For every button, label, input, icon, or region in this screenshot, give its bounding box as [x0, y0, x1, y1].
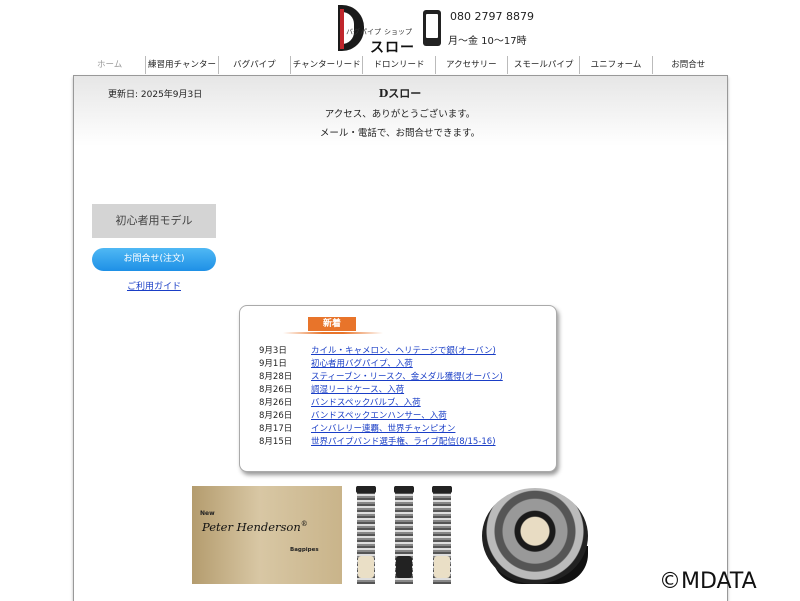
drone-cap [356, 486, 376, 493]
engraved-ferrule-image [482, 488, 588, 584]
page-title: Dスロー [378, 87, 422, 100]
news-item: 8月28日 スティーブン・リースク、金メダル獲得(オーバン) [259, 371, 503, 384]
nav-practice-chanter[interactable]: 練習用チャンター [145, 56, 217, 74]
news-date: 8月28日 [259, 372, 293, 382]
usage-guide-link[interactable]: ご利用ガイド [92, 279, 216, 292]
news-link[interactable]: インバレリー連覇、世界チャンピオン [311, 424, 455, 434]
news-tag-underline [283, 332, 383, 334]
nav-drone-reeds[interactable]: ドロンリード [362, 56, 434, 74]
news-date: 9月1日 [259, 359, 287, 369]
business-hours: 月～金 10～17時 [448, 36, 527, 47]
banner-sub-label: Bagpipes [290, 547, 319, 553]
news-link[interactable]: スティーブン・リースク、金メダル獲得(オーバン) [311, 372, 503, 382]
news-link[interactable]: 世界パイプバンド選手権、ライブ配信(8/15-16) [311, 437, 496, 447]
drone-cap [432, 486, 452, 493]
banner-new-label: New [200, 510, 215, 517]
news-link[interactable]: カイル・キャメロン、ヘリテージで銀(オーバン) [311, 346, 496, 356]
news-date: 8月26日 [259, 398, 293, 408]
news-link[interactable]: 調湿リードケース、入荷 [311, 385, 404, 395]
nav-accessories[interactable]: アクセサリー [434, 56, 507, 74]
drone-cap [394, 486, 414, 493]
logo-main-text: スロー [370, 40, 415, 56]
news-link[interactable]: 初心者用バグパイプ、入荷 [311, 359, 413, 369]
news-tag: 新着 [308, 317, 356, 331]
news-item: 8月26日 バンドスペックバルブ、入荷 [259, 397, 503, 410]
news-item: 8月26日 調湿リードケース、入荷 [259, 384, 503, 397]
welcome-text-2: メール・電話で、お問合せできます。 [319, 128, 481, 139]
order-contact-button[interactable]: お問合せ(注文) [92, 248, 216, 271]
banner-brand-panel: New Peter Henderson® Bagpipes [192, 486, 342, 584]
news-item: 8月17日 インバレリー連覇、世界チャンピオン [259, 423, 503, 436]
site-logo[interactable]: バグパイプ ショップ スロー [338, 5, 420, 56]
welcome-text-1: アクセス、ありがとうございます。 [324, 109, 476, 120]
nav-home[interactable]: ホーム [74, 56, 145, 74]
news-date: 8月26日 [259, 411, 293, 421]
logo-small-right-text: ショップ [384, 28, 412, 36]
news-list: 9月3日 カイル・キャメロン、ヘリテージで銀(オーバン) 9月1日 初心者用バグパイ… [259, 345, 503, 449]
phone-number: 080 2797 8879 [450, 10, 534, 23]
nav-bagpipes[interactable]: バグパイプ [217, 56, 290, 74]
logo-red-bar [340, 9, 344, 49]
drone-ring [396, 556, 412, 578]
smartphone-icon [423, 10, 441, 46]
peter-henderson-banner[interactable]: New Peter Henderson® Bagpipes [192, 486, 592, 584]
news-link[interactable]: バンドスペックバルブ、入荷 [311, 398, 421, 408]
news-date: 8月15日 [259, 437, 293, 447]
watermark: ©MDATA [659, 569, 757, 594]
news-date: 9月3日 [259, 346, 287, 356]
news-item: 8月26日 バンドスペックエンハンサー、入荷 [259, 410, 503, 423]
nav-small-pipes[interactable]: スモールパイプ [506, 56, 579, 74]
news-date: 8月17日 [259, 424, 293, 434]
banner-brand-name: Peter Henderson® [202, 520, 308, 534]
nav-uniforms[interactable]: ユニフォーム [579, 56, 651, 74]
logo-small-left-text: バグパイプ [346, 28, 381, 36]
beginner-model-button[interactable]: 初心者用モデル [92, 204, 216, 238]
news-item: 8月15日 世界パイプバンド選手権、ライブ配信(8/15-16) [259, 436, 503, 449]
main-nav: ホーム 練習用チャンター バグパイプ チャンターリード ドロンリード アクセサリ… [74, 56, 724, 74]
nav-contact[interactable]: お問合せ [651, 56, 724, 74]
nav-chanter-reeds[interactable]: チャンターリード [289, 56, 362, 74]
news-item: 9月3日 カイル・キャメロン、ヘリテージで銀(オーバン) [259, 345, 503, 358]
drone-ring [358, 556, 374, 578]
drone-ring [434, 556, 450, 578]
news-item: 9月1日 初心者用バグパイプ、入荷 [259, 358, 503, 371]
news-date: 8月26日 [259, 385, 293, 395]
news-link[interactable]: バンドスペックエンハンサー、入荷 [311, 411, 447, 421]
